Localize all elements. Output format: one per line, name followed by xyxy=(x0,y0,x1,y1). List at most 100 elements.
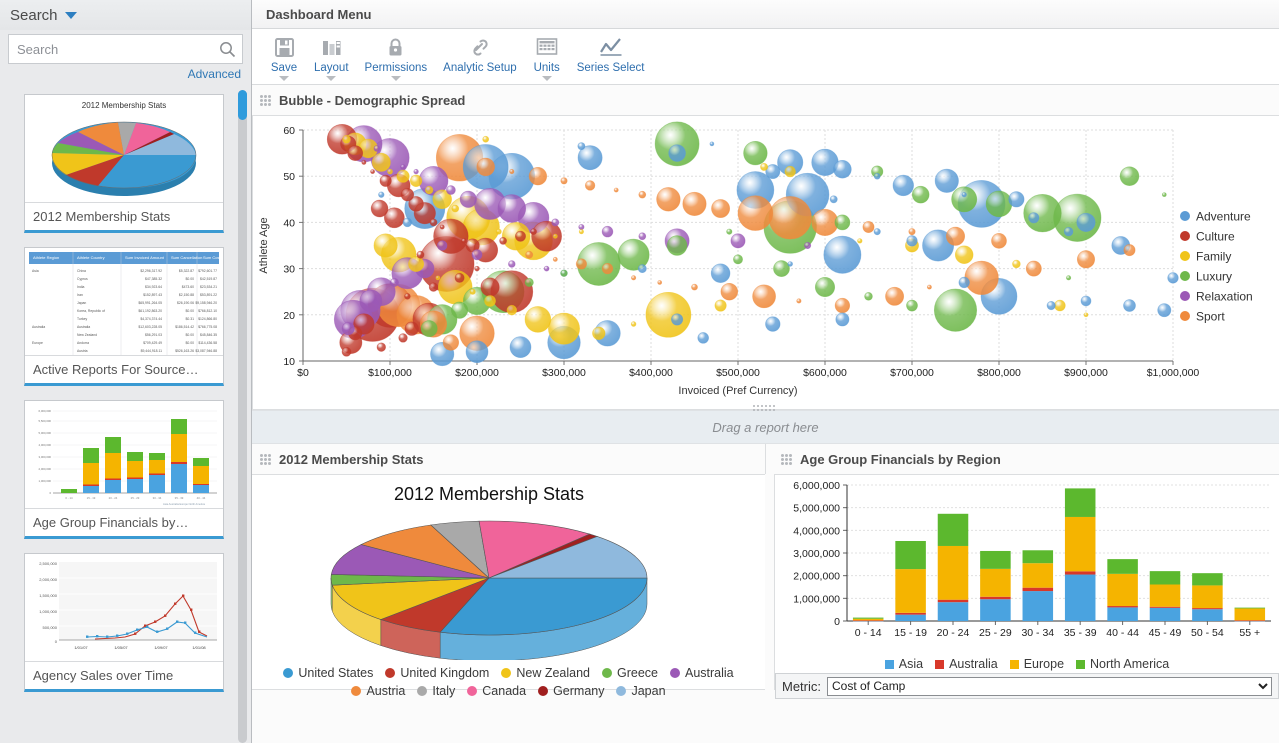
chevron-down-icon[interactable] xyxy=(326,76,336,81)
svg-text:15 - 19: 15 - 19 xyxy=(894,627,927,639)
search-icon[interactable] xyxy=(212,35,242,63)
list-item[interactable]: 6,000,0005,500,000 5,000,0004,000,000 3,… xyxy=(24,400,224,539)
analytic-setup-label: Analytic Setup xyxy=(443,62,517,74)
metric-control-bar[interactable]: Metric: Cost of CampInvoiced AmountCance… xyxy=(775,673,1279,699)
svg-text:45 - 49: 45 - 49 xyxy=(1149,627,1182,639)
drag-handle-icon[interactable] xyxy=(260,454,271,465)
svg-text:1/05/07: 1/05/07 xyxy=(114,645,128,650)
svg-text:$700,000: $700,000 xyxy=(890,367,934,379)
svg-text:$800,000: $800,000 xyxy=(977,367,1021,379)
legend-color-swatch xyxy=(1010,660,1019,669)
chevron-down-icon[interactable] xyxy=(65,12,77,19)
metric-select[interactable]: Cost of CampInvoiced AmountCancellation … xyxy=(827,677,1272,696)
svg-text:$23,534.21: $23,534.21 xyxy=(200,285,217,289)
sidebar-scrollbar[interactable] xyxy=(238,90,247,743)
report-thumbnail-list[interactable]: 2012 Membership Stats xyxy=(0,88,252,743)
main-content: Dashboard Menu Save xyxy=(252,0,1279,743)
legend-label: New Zealand xyxy=(516,666,590,680)
legend-item[interactable]: United States xyxy=(283,666,373,680)
drag-handle-icon[interactable] xyxy=(260,95,271,106)
bar-widget: Age Group Financials by Region 01,000,00… xyxy=(765,444,1279,694)
legend-label: Greece xyxy=(617,666,658,680)
bubble-chart[interactable]: $0$100,000$200,000$300,000$400,000$500,0… xyxy=(253,116,1279,409)
svg-text:Family: Family xyxy=(1196,250,1231,264)
svg-text:Culture: Culture xyxy=(1196,230,1235,244)
svg-text:30 - 34: 30 - 34 xyxy=(153,496,162,500)
svg-text:3,000,000: 3,000,000 xyxy=(793,548,840,560)
legend-item[interactable]: Germany xyxy=(538,684,604,698)
legend-item[interactable]: Austria xyxy=(351,684,405,698)
svg-text:Sum Cancellation: Sum Cancellation xyxy=(171,255,202,260)
svg-text:1/09/07: 1/09/07 xyxy=(154,645,168,650)
svg-text:0 - 14: 0 - 14 xyxy=(65,496,73,500)
series-select-button[interactable]: Series Select xyxy=(569,33,653,74)
link-chain-icon xyxy=(468,35,491,59)
save-button[interactable]: Save xyxy=(262,33,306,81)
svg-text:0: 0 xyxy=(55,639,58,644)
pie-chart-panel: 2012 Membership Stats United States Unite… xyxy=(252,474,765,690)
svg-text:$0.31: $0.31 xyxy=(186,317,195,321)
dashboard-toolbar[interactable]: Save Layout xyxy=(252,29,1279,85)
layout-button[interactable]: Layout xyxy=(306,33,357,81)
search-input[interactable] xyxy=(9,35,212,63)
svg-text:$766,775.08: $766,775.08 xyxy=(198,325,217,329)
list-item-label: 2012 Membership Stats xyxy=(25,203,223,230)
drag-handle-icon[interactable] xyxy=(781,454,792,465)
list-item[interactable]: 2012 Membership Stats xyxy=(24,94,224,233)
legend-item[interactable]: North America xyxy=(1076,657,1169,671)
svg-text:0: 0 xyxy=(49,491,51,495)
svg-text:$766,812.10: $766,812.10 xyxy=(198,309,217,313)
legend-item[interactable]: New Zealand xyxy=(501,666,590,680)
report-dropzone[interactable]: Drag a report here xyxy=(252,410,1279,444)
sidebar-scrollbar-thumb[interactable] xyxy=(238,90,247,120)
svg-text:Europe: Europe xyxy=(32,341,43,345)
svg-text:$4,374,374.44: $4,374,374.44 xyxy=(140,317,162,321)
svg-text:$152,897.43: $152,897.43 xyxy=(143,293,162,297)
list-item[interactable]: 2,500,0002,000,000 1,500,0001,000,000 50… xyxy=(24,553,224,692)
permissions-button[interactable]: Permissions xyxy=(357,33,436,81)
svg-text:$900,000: $900,000 xyxy=(1064,367,1108,379)
list-item-label: Agency Sales over Time xyxy=(25,662,223,689)
svg-text:6,000,000: 6,000,000 xyxy=(39,409,52,413)
pie-chart[interactable]: 2012 Membership Stats xyxy=(252,475,763,660)
advanced-link[interactable]: Advanced xyxy=(188,67,241,81)
analytic-setup-button[interactable]: Analytic Setup xyxy=(435,33,525,74)
chevron-down-icon[interactable] xyxy=(391,76,401,81)
widget-divider xyxy=(765,444,766,474)
search-box[interactable] xyxy=(8,34,243,64)
legend-color-swatch xyxy=(501,668,511,678)
legend-item[interactable]: Asia xyxy=(885,657,923,671)
svg-text:1,000,000: 1,000,000 xyxy=(39,609,58,614)
legend-item[interactable]: Europe xyxy=(1010,657,1064,671)
svg-text:40: 40 xyxy=(283,217,295,229)
bottom-widgets-row: 2012 Membership Stats 2012 Membership St… xyxy=(252,444,1279,694)
legend-item[interactable]: Japan xyxy=(616,684,665,698)
legend-item[interactable]: Greece xyxy=(602,666,658,680)
pie-widget: 2012 Membership Stats 2012 Membership St… xyxy=(252,444,765,694)
list-item[interactable]: Athlete RegionAthlete Country Sum Invoic… xyxy=(24,247,224,386)
legend-item[interactable]: Australia xyxy=(935,657,998,671)
layout-columns-icon xyxy=(321,35,342,59)
units-button[interactable]: Units xyxy=(525,33,569,81)
list-item-label: Active Reports For Source… xyxy=(25,356,223,383)
legend-label: United Kingdom xyxy=(400,666,489,680)
svg-text:$42,519.87: $42,519.87 xyxy=(200,277,217,281)
legend-item[interactable]: United Kingdom xyxy=(385,666,489,680)
legend-label: Canada xyxy=(482,684,526,698)
chevron-down-icon[interactable] xyxy=(279,76,289,81)
svg-text:$34,923.64: $34,923.64 xyxy=(145,285,162,289)
svg-text:1,000,000: 1,000,000 xyxy=(39,479,52,483)
svg-text:55 +: 55 + xyxy=(1239,627,1260,639)
resize-handle-icon[interactable] xyxy=(753,405,779,413)
thumbnail-preview-table: Athlete RegionAthlete Country Sum Invoic… xyxy=(25,248,223,356)
legend-item[interactable]: Italy xyxy=(417,684,455,698)
bar-chart[interactable]: 01,000,0002,000,0003,000,0004,000,0005,0… xyxy=(775,475,1278,651)
svg-text:25 - 29: 25 - 29 xyxy=(131,496,140,500)
svg-text:Sum Invoiced Amount: Sum Invoiced Amount xyxy=(125,255,165,260)
legend-item[interactable]: Canada xyxy=(467,684,526,698)
legend-color-swatch xyxy=(385,668,395,678)
legend-item[interactable]: Australia xyxy=(670,666,734,680)
thumbnail-preview-bar: 6,000,0005,500,000 5,000,0004,000,000 3,… xyxy=(25,401,223,509)
chevron-down-icon[interactable] xyxy=(542,76,552,81)
bar-widget-header: Age Group Financials by Region xyxy=(765,444,1279,474)
